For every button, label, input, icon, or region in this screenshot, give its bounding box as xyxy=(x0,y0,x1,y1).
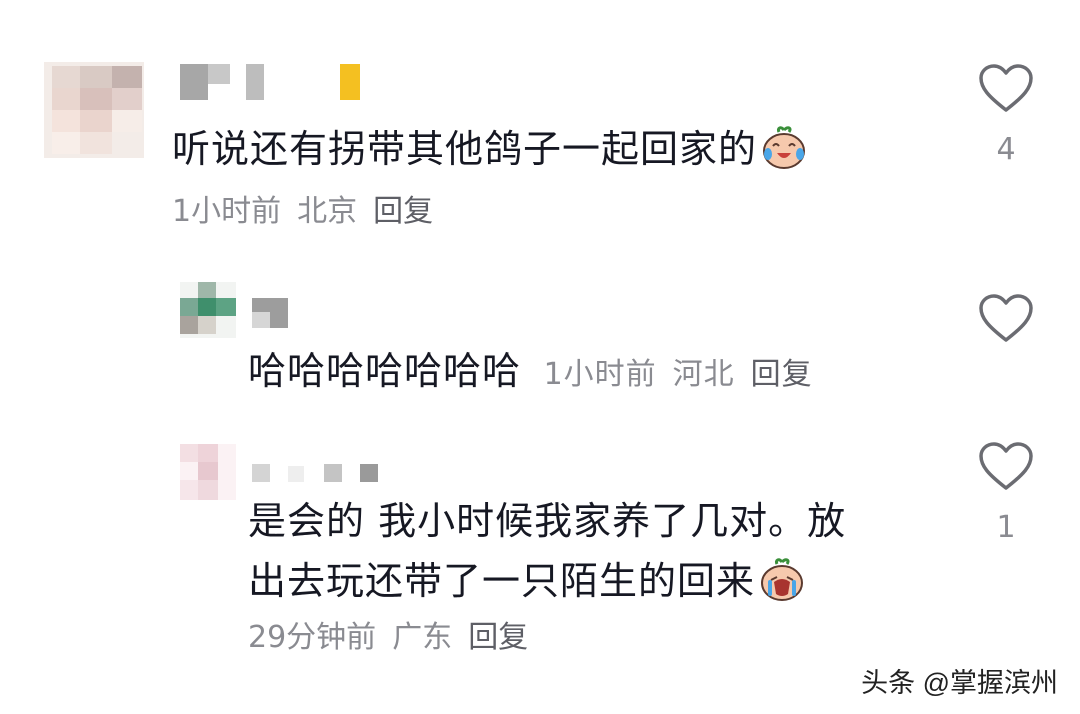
comment-meta: 1小时前 河北 回复 xyxy=(533,357,829,392)
heart-icon xyxy=(979,442,1033,490)
username-redacted[interactable] xyxy=(180,64,370,100)
reply-button[interactable]: 回复 xyxy=(373,194,433,229)
like-button[interactable] xyxy=(976,294,1036,362)
like-count: 1 xyxy=(996,510,1016,545)
reply-button[interactable]: 回复 xyxy=(751,357,813,392)
like-button[interactable]: 4 xyxy=(976,64,1036,168)
like-button[interactable]: 1 xyxy=(976,442,1036,546)
reply-button[interactable]: 回复 xyxy=(468,620,528,655)
username-redacted[interactable] xyxy=(252,460,382,496)
comment-text-line: 出去玩还带了一只陌生的回来 xyxy=(248,554,846,616)
reply-item: 是会的 我小时候我家养了几对。放 出去玩还带了一只陌生的回来 29分钟前 广东 … xyxy=(0,430,1080,660)
comment-text: 是会的 我小时候我家养了几对。放 出去玩还带了一只陌生的回来 xyxy=(248,494,846,616)
timestamp: 1小时前 xyxy=(543,357,657,392)
comment-text: 听说还有拐带其他鸽子一起回家的 xyxy=(172,122,807,184)
comment-item: 听说还有拐带其他鸽子一起回家的 1小时前 北京 回复 4 xyxy=(0,0,1080,250)
comment-meta: 1小时前 北京 回复 xyxy=(172,192,449,232)
reply-item: 哈哈哈哈哈哈哈 1小时前 河北 回复 xyxy=(0,270,1080,420)
comment-thread: 听说还有拐带其他鸽子一起回家的 1小时前 北京 回复 4 哈哈哈哈哈哈哈 1小时… xyxy=(0,0,1080,714)
heart-icon xyxy=(979,64,1033,112)
crying-laughing-peach-emoji-icon xyxy=(761,126,807,184)
watermark: 头条 @掌握滨州 xyxy=(861,668,1058,698)
comment-text-line: 是会的 我小时候我家养了几对。放 xyxy=(248,499,847,543)
like-count: 4 xyxy=(996,132,1016,167)
timestamp: 1小时前 xyxy=(172,194,282,229)
avatar[interactable] xyxy=(180,444,236,500)
timestamp: 29分钟前 xyxy=(248,620,377,655)
location: 北京 xyxy=(297,194,358,229)
location: 广东 xyxy=(392,620,453,655)
comment-text: 哈哈哈哈哈哈哈 1小时前 河北 回复 xyxy=(248,344,829,398)
comment-meta: 29分钟前 广东 回复 xyxy=(248,618,544,658)
location: 河北 xyxy=(672,357,735,392)
username-redacted[interactable] xyxy=(252,298,292,334)
heart-icon xyxy=(979,294,1033,342)
avatar[interactable] xyxy=(44,62,144,158)
sobbing-peach-emoji-icon xyxy=(759,558,805,616)
avatar[interactable] xyxy=(180,282,236,338)
